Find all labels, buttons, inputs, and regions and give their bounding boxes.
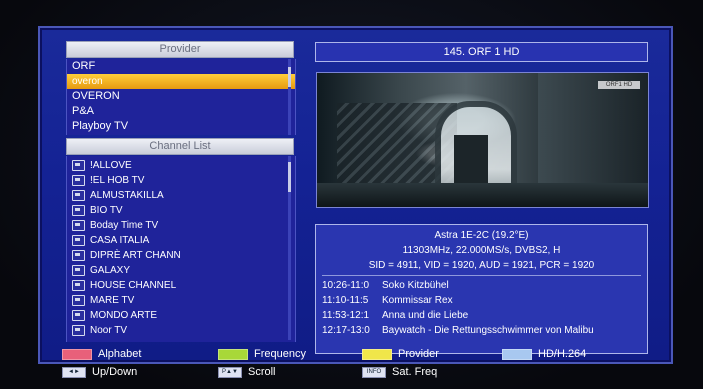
info-key[interactable]: INFO Sat. Freq bbox=[362, 365, 437, 379]
current-channel-title: 145. ORF 1 HD bbox=[315, 42, 648, 62]
provider-item-overon-upper[interactable]: OVERON bbox=[67, 89, 295, 104]
red-key-label: Alphabet bbox=[98, 348, 142, 360]
epg-time: 10:26-11:0 bbox=[322, 280, 370, 291]
provider-list: ORF overon OVERON P&A Playboy TV bbox=[66, 59, 296, 135]
tv-channel-icon bbox=[72, 310, 85, 321]
provider-item-overon-selected[interactable]: overon bbox=[67, 74, 295, 89]
epg-row: 10:26-11:0 Soko Kitzbühel bbox=[316, 278, 647, 293]
tv-channel-icon bbox=[72, 205, 85, 216]
left-right-arrow-icon: ◄► bbox=[62, 366, 86, 378]
satellite-name: Astra 1E-2C (19.2°E) bbox=[434, 230, 529, 241]
channel-item[interactable]: BIO TV bbox=[67, 203, 295, 218]
provider-panel-header: Provider bbox=[66, 41, 294, 58]
green-key-swatch bbox=[218, 348, 248, 360]
tv-channel-icon bbox=[72, 265, 85, 276]
tv-channel-icon bbox=[72, 280, 85, 291]
tv-channel-icon bbox=[72, 250, 85, 261]
channel-item[interactable]: HOUSE CHANNEL bbox=[67, 278, 295, 293]
epg-row: 11:53-12:1 Anna und die Liebe bbox=[316, 308, 647, 323]
channel-logo-badge: ORF1 HD bbox=[598, 81, 640, 89]
channel-item[interactable]: CASA ITALIA bbox=[67, 233, 295, 248]
blue-key-swatch bbox=[502, 348, 532, 360]
info-key-label: Sat. Freq bbox=[392, 366, 438, 378]
tv-channel-icon bbox=[72, 160, 85, 171]
channel-item[interactable]: !EL HOB TV bbox=[67, 173, 295, 188]
tv-channel-icon bbox=[72, 295, 85, 306]
blue-key-label: HD/H.264 bbox=[538, 348, 587, 360]
channel-item[interactable]: Noor TV bbox=[67, 323, 295, 338]
epg-title: Kommissar Rex bbox=[382, 295, 453, 306]
tv-channel-icon bbox=[72, 220, 85, 231]
epg-row: 11:10-11:5 Kommissar Rex bbox=[316, 293, 647, 308]
channel-item[interactable]: GALAXY bbox=[67, 263, 295, 278]
yellow-key-provider[interactable]: Provider bbox=[362, 347, 439, 361]
tv-channel-icon bbox=[72, 190, 85, 201]
provider-item-orf[interactable]: ORF bbox=[67, 59, 295, 74]
channel-item[interactable]: MARE TV bbox=[67, 293, 295, 308]
epg-title: Baywatch - Die Rettungsschwimmer von Mal… bbox=[382, 325, 594, 336]
epg-row: 12:17-13:0 Baywatch - Die Rettungsschwim… bbox=[316, 323, 647, 338]
key-legend: Alphabet Frequency Provider HD/H.264 ◄► … bbox=[40, 344, 671, 384]
scroll-key-label: Scroll bbox=[248, 366, 276, 378]
channel-browser-screen: Provider ORF overon OVERON P&A Playboy T… bbox=[38, 26, 673, 378]
epg-title: Soko Kitzbühel bbox=[382, 280, 449, 291]
tv-channel-icon bbox=[72, 325, 85, 336]
page-updown-icon: P▲▼ bbox=[218, 366, 242, 378]
channel-info-box: Astra 1E-2C (19.2°E) 11303MHz, 22.000MS/… bbox=[315, 224, 648, 354]
video-preview: ORF1 HD bbox=[316, 72, 649, 208]
provider-scroll-thumb[interactable] bbox=[288, 67, 291, 87]
yellow-key-swatch bbox=[362, 348, 392, 360]
epg-time: 11:53-12:1 bbox=[322, 310, 370, 321]
scroll-key[interactable]: P▲▼ Scroll bbox=[218, 365, 276, 379]
floor-scene bbox=[317, 183, 648, 207]
provider-scrollbar[interactable] bbox=[288, 59, 291, 135]
red-key-swatch bbox=[62, 348, 92, 360]
channel-list-header: Channel List bbox=[66, 138, 294, 155]
channel-list: !ALLOVE !EL HOB TV ALMUSTAKILLA BIO TV B… bbox=[66, 156, 296, 342]
updown-key[interactable]: ◄► Up/Down bbox=[62, 365, 137, 379]
provider-item-pa[interactable]: P&A bbox=[67, 104, 295, 119]
blue-key-hd[interactable]: HD/H.264 bbox=[502, 347, 586, 361]
channel-item[interactable]: ALMUSTAKILLA bbox=[67, 188, 295, 203]
epg-title: Anna und die Liebe bbox=[382, 310, 469, 321]
green-key-label: Frequency bbox=[254, 348, 306, 360]
tv-frame: Provider ORF overon OVERON P&A Playboy T… bbox=[0, 0, 703, 389]
updown-key-label: Up/Down bbox=[92, 366, 138, 378]
tv-channel-icon bbox=[72, 235, 85, 246]
info-icon: INFO bbox=[362, 366, 386, 378]
channel-item[interactable]: DIPRÈ ART CHANN bbox=[67, 248, 295, 263]
red-key-alphabet[interactable]: Alphabet bbox=[62, 347, 141, 361]
channel-item[interactable]: Boday Time TV bbox=[67, 218, 295, 233]
transponder-info: 11303MHz, 22.000MS/s, DVBS2, H bbox=[402, 245, 561, 256]
channel-item[interactable]: MONDO ARTE bbox=[67, 308, 295, 323]
yellow-key-label: Provider bbox=[398, 348, 439, 360]
channel-scrollbar[interactable] bbox=[288, 156, 291, 340]
info-divider bbox=[322, 275, 641, 276]
tv-channel-icon bbox=[72, 175, 85, 186]
green-key-frequency[interactable]: Frequency bbox=[218, 347, 306, 361]
epg-time: 11:10-11:5 bbox=[322, 295, 369, 306]
epg-time: 12:17-13:0 bbox=[322, 325, 370, 336]
channel-scroll-thumb[interactable] bbox=[288, 162, 291, 192]
provider-item-playboy-tv[interactable]: Playboy TV bbox=[67, 119, 295, 134]
pid-info: SID = 4911, VID = 1920, AUD = 1921, PCR … bbox=[368, 260, 595, 271]
channel-item[interactable]: !ALLOVE bbox=[67, 158, 295, 173]
